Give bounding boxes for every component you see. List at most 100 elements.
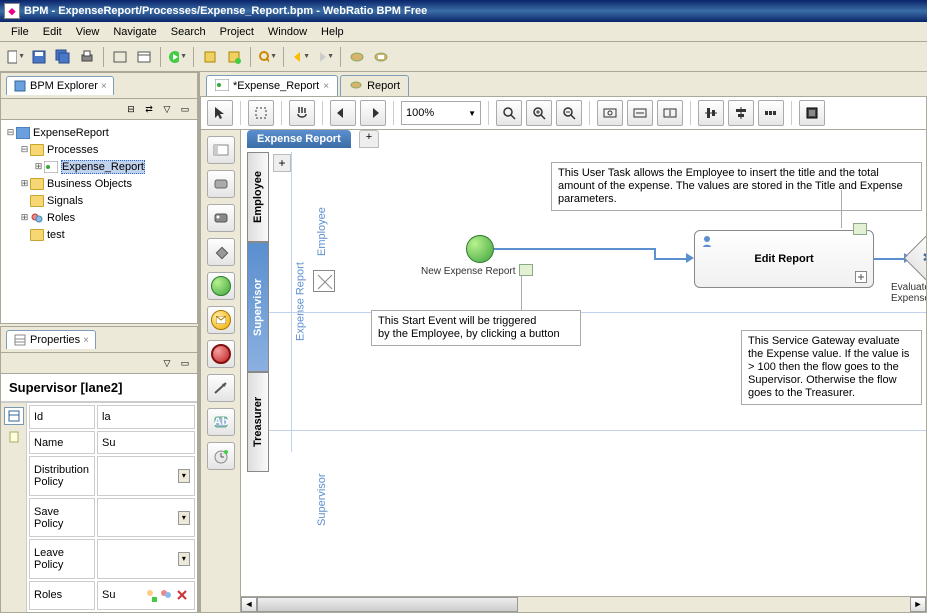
user-task-node[interactable]: Edit Report (694, 230, 874, 288)
minimize-icon[interactable]: ▭ (177, 101, 193, 117)
close-icon[interactable]: × (101, 81, 107, 92)
zoom-out-button[interactable] (556, 100, 582, 126)
prop-roles-field[interactable] (102, 589, 142, 601)
new-button[interactable]: ▼ (4, 46, 26, 68)
twist-icon[interactable]: ⊞ (19, 178, 30, 189)
undo-button[interactable] (330, 100, 356, 126)
prop-dist-field[interactable] (102, 470, 178, 482)
tree-test[interactable]: ⊞ test (3, 226, 195, 243)
sequence-flow[interactable] (494, 248, 654, 250)
pal-flow-button[interactable] (207, 374, 235, 402)
window-editor-button[interactable] (133, 46, 155, 68)
pal-gateway-button[interactable] (207, 238, 235, 266)
lane-header-supervisor[interactable]: Supervisor (247, 242, 269, 372)
save-all-button[interactable] (52, 46, 74, 68)
explorer-tab[interactable]: BPM Explorer × (6, 76, 114, 95)
subprocess-icon[interactable] (855, 271, 867, 283)
marquee-tool-button[interactable] (248, 100, 274, 126)
tree-expense-report[interactable]: ⊞ Expense_Report (3, 158, 195, 175)
run-button[interactable]: ▼ (166, 46, 188, 68)
dropdown-button[interactable]: ▾ (178, 469, 190, 483)
edit-role-icon[interactable] (158, 587, 174, 603)
prop-general-icon[interactable] (4, 407, 24, 425)
pal-timer-button[interactable] (207, 442, 235, 470)
gateway-node[interactable]: ✱ (904, 233, 926, 284)
collapse-all-button[interactable]: ⊟ (123, 101, 139, 117)
pal-user-button[interactable] (207, 204, 235, 232)
print-button[interactable] (76, 46, 98, 68)
pan-tool-button[interactable] (289, 100, 315, 126)
properties-tab[interactable]: Properties × (6, 330, 96, 349)
redo-button[interactable] (360, 100, 386, 126)
save-button[interactable] (28, 46, 50, 68)
note-icon[interactable] (519, 264, 533, 276)
menu-view[interactable]: View (69, 24, 107, 40)
tree-signals[interactable]: ⊞ Signals (3, 192, 195, 209)
prop-leave-field[interactable] (102, 553, 178, 565)
menu-navigate[interactable]: Navigate (106, 24, 163, 40)
remove-role-icon[interactable] (174, 587, 190, 603)
start-event-node[interactable] (466, 235, 494, 263)
add-role-icon[interactable] (142, 587, 158, 603)
menu-project[interactable]: Project (213, 24, 261, 40)
note-icon[interactable] (853, 223, 867, 235)
pool-tab[interactable]: Expense Report (247, 130, 351, 148)
pal-task-button[interactable] (207, 170, 235, 198)
tree-business-objects[interactable]: ⊞ Business Objects (3, 175, 195, 192)
tree-root[interactable]: ⊟ ExpenseReport (3, 124, 195, 141)
view-menu-button[interactable]: ▽ (159, 355, 175, 371)
annotation-gateway[interactable]: This Service Gateway evaluate the Expens… (741, 330, 922, 405)
twist-icon[interactable]: ⊟ (19, 144, 30, 155)
editor-tab-inactive[interactable]: Report (340, 75, 409, 96)
zoom-in-button[interactable] (526, 100, 552, 126)
simulate-button[interactable] (799, 100, 825, 126)
scroll-right-button[interactable]: ► (910, 597, 926, 612)
zoom-height-button[interactable] (657, 100, 683, 126)
zoom-fit-button[interactable] (597, 100, 623, 126)
tree-processes[interactable]: ⊟ Processes (3, 141, 195, 158)
menu-help[interactable]: Help (314, 24, 351, 40)
align-h-button[interactable] (698, 100, 724, 126)
window-new-button[interactable] (109, 46, 131, 68)
prop-name-field[interactable] (102, 437, 190, 449)
twist-icon[interactable]: ⊟ (5, 127, 16, 138)
twist-icon[interactable]: ⊞ (33, 161, 44, 172)
pal-start-button[interactable] (207, 272, 235, 300)
prop-save-field[interactable] (102, 512, 178, 524)
pal-end-button[interactable] (207, 340, 235, 368)
scroll-thumb[interactable] (257, 597, 518, 612)
distribute-button[interactable] (758, 100, 784, 126)
zoom-combo[interactable]: 100%▼ (401, 101, 481, 125)
align-v-button[interactable] (728, 100, 754, 126)
add-pool-button[interactable]: + (359, 130, 379, 148)
dropdown-button[interactable]: ▾ (178, 511, 190, 525)
pal-lane-button[interactable] (207, 136, 235, 164)
sequence-flow[interactable] (874, 258, 904, 260)
report-action-button[interactable] (346, 46, 368, 68)
prop-id-field[interactable] (102, 411, 190, 423)
pal-annotation-button[interactable]: Ab (207, 408, 235, 436)
add-lane-button[interactable]: + (273, 154, 291, 172)
menu-window[interactable]: Window (261, 24, 314, 40)
pointer-tool-button[interactable] (207, 100, 233, 126)
pal-message-button[interactable] (207, 306, 235, 334)
close-icon[interactable]: × (83, 335, 89, 346)
minimize-icon[interactable]: ▭ (177, 355, 193, 371)
nav-back-button[interactable]: ▼ (289, 46, 311, 68)
zoom-width-button[interactable] (627, 100, 653, 126)
generate-button[interactable] (199, 46, 221, 68)
selection-handle[interactable] (313, 270, 335, 292)
menu-file[interactable]: File (4, 24, 36, 40)
scroll-left-button[interactable]: ◄ (241, 597, 257, 612)
tree-roles[interactable]: ⊞ Roles (3, 209, 195, 226)
editor-tab-active[interactable]: *Expense_Report × (206, 75, 338, 96)
find-button[interactable]: ▼ (256, 46, 278, 68)
menu-edit[interactable]: Edit (36, 24, 69, 40)
generate-web-button[interactable] (223, 46, 245, 68)
zoom-100-button[interactable] (496, 100, 522, 126)
diagram-canvas[interactable]: Expense Report + Employee Supervisor Tre… (241, 130, 926, 612)
lane-header-employee[interactable]: Employee (247, 152, 269, 242)
prop-doc-icon[interactable] (6, 429, 22, 445)
nav-fwd-button[interactable]: ▼ (313, 46, 335, 68)
annotation-task[interactable]: This User Task allows the Employee to in… (551, 162, 922, 211)
